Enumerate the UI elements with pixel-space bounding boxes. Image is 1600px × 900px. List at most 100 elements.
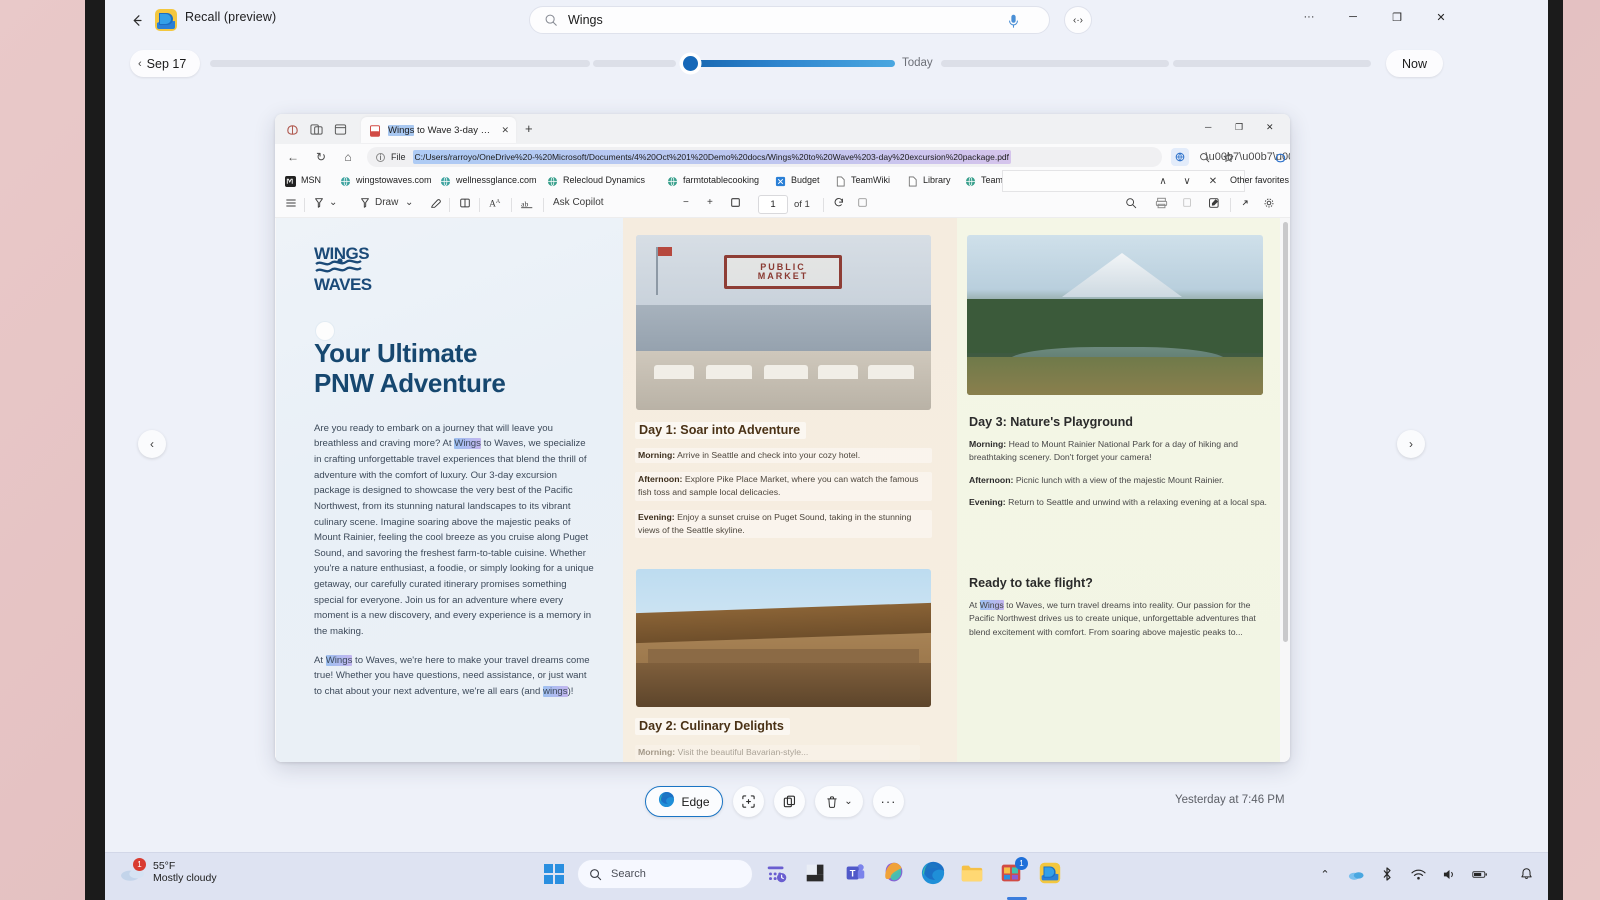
read-aloud-icon[interactable]: ab [521,197,535,209]
weather-badge: 1 [133,858,146,871]
battery-icon[interactable] [1472,866,1488,882]
close-icon[interactable]: ✕ [501,125,509,136]
taskbar-search-input[interactable]: Search [577,859,753,889]
rotate-icon[interactable] [833,197,845,209]
home-icon[interactable]: ⌂ [339,148,357,166]
draw-icon[interactable] [359,197,371,209]
search-input[interactable]: Wings [529,6,1050,34]
volume-icon[interactable] [1441,866,1457,882]
public-market-sign: PUBLIC MARKET [724,255,842,289]
notification-icon[interactable] [1518,866,1534,882]
split-screen-icon[interactable] [307,120,325,138]
reload-icon[interactable]: ↻ [312,148,330,166]
bookmark-item[interactable]: farmtotablecooking [667,174,759,185]
print-icon[interactable] [1155,197,1168,209]
timeline-segment[interactable] [1173,60,1371,67]
table-of-contents-icon[interactable] [285,197,297,209]
delete-chevron-icon[interactable]: ⌄ [844,796,852,807]
settings-and-more-icon[interactable]: \u00b7\u00b7\u00b7 [1247,148,1265,166]
tray-chevron-icon[interactable]: ⌃ [1317,866,1333,882]
window-more-button[interactable]: ··· [1287,0,1331,34]
file-explorer-icon[interactable] [959,860,987,888]
bookmark-item[interactable]: TeamWiki [835,174,890,185]
highlight-chevron-icon[interactable]: ⌄ [329,197,337,208]
network-icon[interactable] [1410,866,1426,882]
maximize-button[interactable]: ❐ [1375,0,1419,34]
vertical-tabs-icon[interactable] [331,120,349,138]
bookmark-item[interactable]: Relecloud Dynamics [547,174,645,185]
bookmark-item[interactable]: wellnessglance.com [440,174,537,185]
minimize-button[interactable]: ─ [1331,0,1375,34]
edge-maximize-button[interactable]: ❐ [1235,122,1243,133]
text-style-icon[interactable]: AA [489,197,502,209]
next-snapshot-button[interactable]: › [1397,430,1425,458]
more-options-button[interactable]: ··· [873,786,904,817]
new-tab-button[interactable]: + [525,121,533,136]
zoom-in-button[interactable]: + [707,197,713,208]
save-icon[interactable] [857,197,868,208]
draw-label[interactable]: Draw [375,197,398,208]
file-explorer-dark-icon[interactable] [803,860,831,888]
pdf-viewport[interactable]: WINGS WAVES Your Ultimate PNW Adventure [275,218,1290,762]
microphone-icon[interactable] [1006,13,1021,29]
snip-button[interactable] [733,786,764,817]
pdf-page-number-input[interactable]: 1 [758,195,788,214]
edge-icon[interactable] [920,860,948,888]
timeline-thumb[interactable] [683,56,698,71]
fullscreen-icon[interactable] [1239,197,1251,209]
bookmark-item[interactable]: wingstowaves.com [340,174,432,185]
timeline-date-button[interactable]: ‹ Sep 17 [130,50,200,77]
copilot-icon[interactable] [283,120,301,138]
collections-icon[interactable] [1171,148,1189,166]
previous-snapshot-button[interactable]: ‹ [138,430,166,458]
browser-tab[interactable]: Wings to Wave 3-day excursion p ✕ [361,117,516,143]
weather-widget[interactable]: 1 55°F Mostly cloudy [119,860,217,884]
store-icon[interactable]: 1 [998,860,1026,888]
timeline-segment[interactable] [941,60,1169,67]
copy-button[interactable] [774,786,805,817]
onedrive-icon[interactable] [1348,866,1364,882]
windows-start-icon[interactable] [543,863,565,885]
find-icon[interactable] [1125,197,1137,209]
address-input[interactable]: i File C:/Users/rarroyo/OneDrive%20-%20M… [367,147,1162,167]
zoom-out-button[interactable]: − [683,197,689,208]
ask-copilot-button[interactable]: Ask Copilot [553,197,604,208]
delete-button[interactable]: ⌄ [815,786,863,817]
task-view-icon[interactable] [764,860,792,888]
bluetooth-icon[interactable] [1379,866,1395,882]
annotate-icon[interactable] [1208,197,1220,209]
back-arrow-icon[interactable] [123,6,151,34]
bookmark-item[interactable]: MSN [285,174,321,185]
timeline-scrubber[interactable]: ‹ Sep 17 Today Now [105,48,1548,86]
other-favorites-label[interactable]: Other favorites [1230,175,1289,185]
timeline-segment[interactable] [593,60,676,67]
page-layout-icon[interactable] [459,197,471,209]
timeline-segment[interactable] [210,60,590,67]
gear-icon[interactable] [1263,197,1275,209]
bookmark-item[interactable]: Library [907,174,951,185]
edge-close-button[interactable]: ✕ [1266,122,1274,133]
bookmark-item[interactable]: Budget [775,174,820,185]
snapshot-preview[interactable]: Wings to Wave 3-day excursion p ✕ + ─ ❐ … [275,114,1290,762]
open-in-edge-button[interactable]: Edge [645,786,723,817]
recall-icon[interactable] [1037,860,1065,888]
find-next-icon[interactable]: ∨ [1179,174,1195,188]
find-close-icon[interactable]: ✕ [1205,174,1221,188]
now-button[interactable]: Now [1386,50,1443,77]
copilot-icon[interactable] [881,860,909,888]
copilot-icon[interactable] [1271,148,1289,166]
draw-chevron-icon[interactable]: ⌄ [405,197,413,208]
browser-back-icon[interactable]: ← [284,148,302,166]
timeline-active-segment[interactable] [689,60,895,67]
highlight-icon[interactable] [313,197,325,209]
eraser-icon[interactable] [429,197,441,209]
ready-text-b: to Waves, we turn travel dreams into rea… [969,600,1256,637]
site-info-icon[interactable]: i [376,153,385,162]
pdf-scrollbar[interactable] [1283,222,1288,642]
close-button[interactable]: ✕ [1419,0,1463,34]
edge-minimize-button[interactable]: ─ [1205,122,1211,132]
teams-icon[interactable]: T [842,860,870,888]
cue-button[interactable]: ‹·› [1064,6,1092,34]
find-previous-icon[interactable]: ∧ [1155,174,1171,188]
fit-page-icon[interactable] [730,197,741,208]
